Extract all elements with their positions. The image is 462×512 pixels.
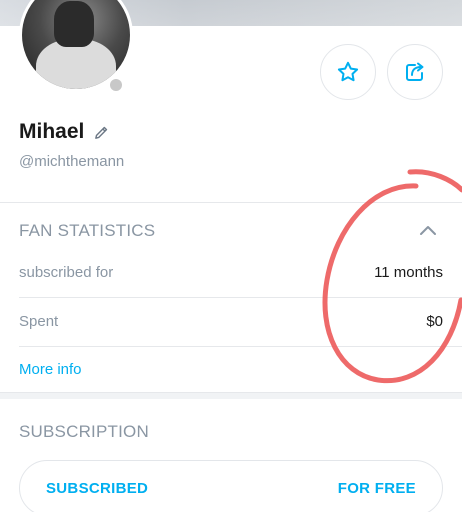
stat-value: $0 [426, 313, 443, 330]
subscribed-status-label: SUBSCRIBED [46, 479, 149, 497]
share-button[interactable] [387, 44, 443, 100]
subscribed-button[interactable]: SUBSCRIBED FOR FREE [19, 460, 443, 512]
subscription-title: SUBSCRIPTION [19, 422, 149, 441]
subscription-price-label: FOR FREE [337, 479, 416, 497]
row-divider [19, 346, 462, 347]
stat-label: Spent [19, 313, 59, 330]
stat-row-spent: Spent $0 [19, 313, 443, 330]
section-separator [0, 393, 462, 399]
stat-label: subscribed for [19, 264, 114, 281]
fan-statistics-title: FAN STATISTICS [19, 221, 156, 240]
divider [0, 202, 462, 203]
avatar-head-shape [54, 1, 94, 47]
share-icon [406, 62, 424, 81]
profile-name: Mihael [19, 120, 85, 143]
chevron-up-icon[interactable] [418, 222, 438, 238]
profile-handle: @michthemann [19, 153, 125, 170]
profile-name-row: Mihael [19, 120, 110, 144]
online-status-icon [107, 76, 125, 94]
divider [0, 392, 462, 393]
more-info-link[interactable]: More info [19, 361, 82, 378]
row-divider [19, 297, 462, 298]
stat-value: 11 months [374, 264, 443, 281]
pencil-icon[interactable] [93, 124, 110, 141]
stat-row-subscribed-for: subscribed for 11 months [19, 264, 443, 281]
star-icon [337, 61, 359, 82]
favorite-button[interactable] [320, 44, 376, 100]
